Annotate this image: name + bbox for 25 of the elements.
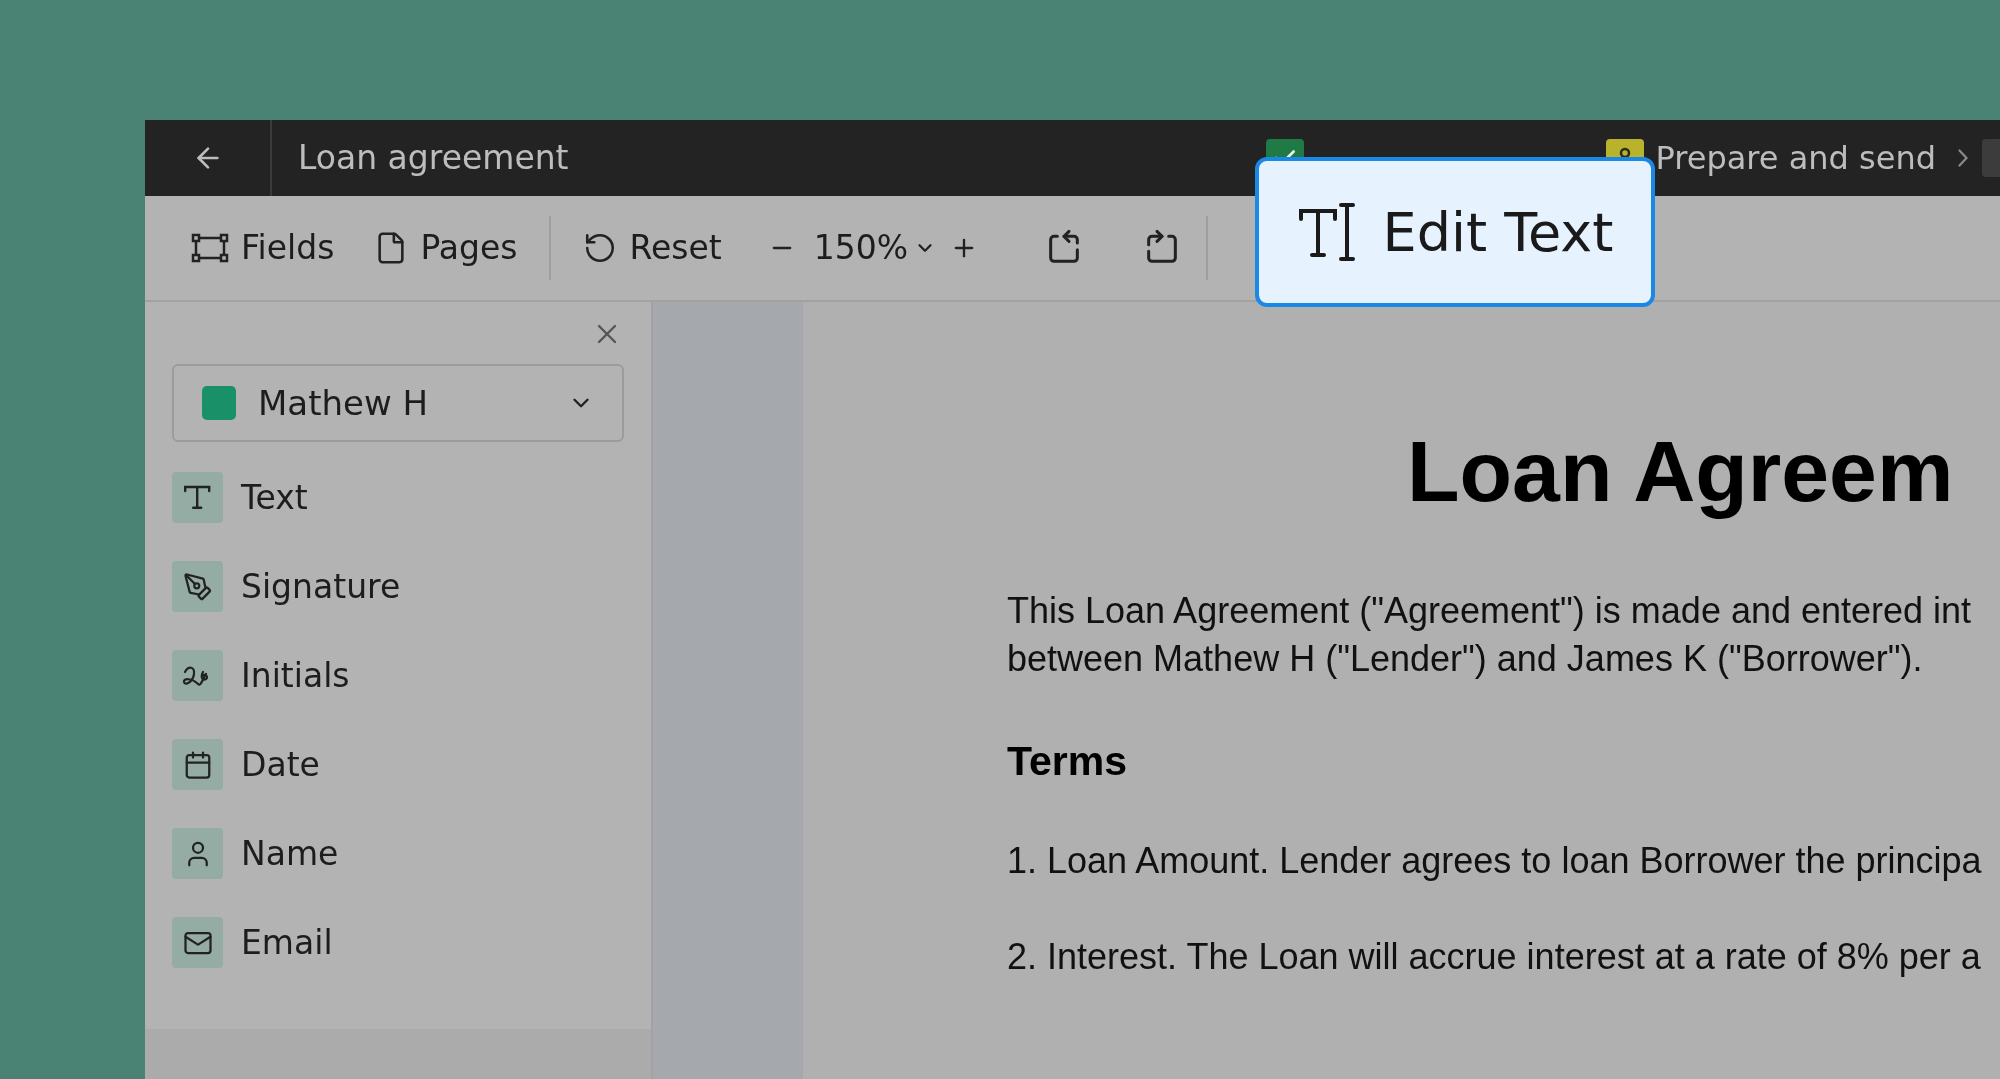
reset-button[interactable]: Reset — [575, 218, 730, 278]
document-title: Loan agreement — [298, 137, 569, 180]
zoom-level-dropdown[interactable]: 150% — [813, 223, 936, 273]
signer-dropdown[interactable]: Mathew H — [172, 364, 624, 442]
field-item[interactable]: Date — [172, 739, 651, 790]
field-item[interactable]: Signature — [172, 561, 651, 612]
section-heading: Terms — [1007, 737, 1128, 787]
edit-text-popup[interactable]: Edit Text — [1255, 157, 1655, 307]
intro-text: This Loan Agreement ("Agreement") is made and entered int — [1007, 589, 1972, 634]
field-item[interactable]: Initials — [172, 650, 651, 701]
field-item[interactable]: Text — [172, 472, 651, 523]
term-paragraph: 1. Loan Amount. Lender agrees to loan Borrower the principa — [1007, 838, 1982, 883]
field-item[interactable]: Email — [172, 917, 651, 968]
popup-label: Edit Text — [1382, 199, 1614, 266]
intro-text: between Mathew H ("Lender") and James K ("Borrower"). — [1007, 637, 1923, 682]
pen-icon — [182, 571, 213, 602]
fields-button[interactable]: Fields — [183, 218, 343, 278]
pages-button[interactable]: Pages — [366, 218, 526, 278]
term-paragraph: 2. Interest. The Loan will accrue interest at a rate of 8% per a — [1007, 934, 1981, 979]
document-heading: Loan Agreem — [1407, 422, 1954, 521]
signer-name: Mathew H — [258, 381, 429, 425]
field-item[interactable]: Name — [172, 828, 651, 879]
chevron-right-icon — [1958, 149, 1968, 167]
step-label[interactable]: Prepare and send — [1655, 134, 1936, 182]
fields-icon — [191, 233, 229, 263]
